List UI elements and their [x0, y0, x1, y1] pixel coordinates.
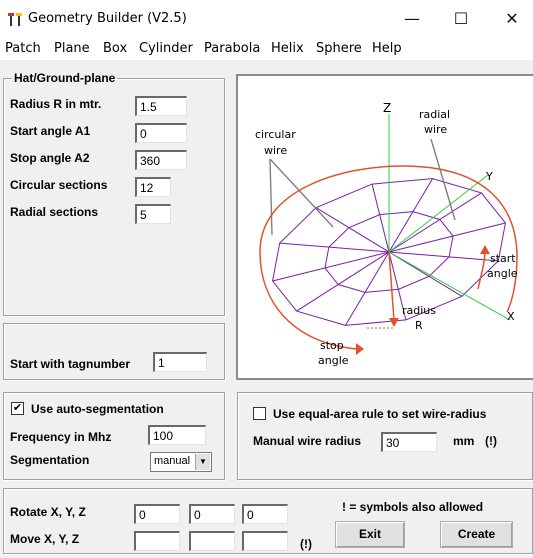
segmentation-select[interactable]: manual ▼: [150, 452, 212, 472]
radius-input[interactable]: 1.5: [135, 96, 187, 116]
radius-label-2: R: [415, 319, 423, 332]
auto-segmentation-checkbox[interactable]: ✔: [11, 402, 24, 415]
start-angle-label-2: angle: [487, 267, 518, 280]
ground-plane-diagram: Z Y X circular wire radial wire start an…: [236, 74, 533, 380]
menu-cylinder[interactable]: Cylinder: [139, 41, 193, 56]
move-x-input[interactable]: [134, 531, 180, 551]
maximize-button[interactable]: ☐: [441, 6, 481, 32]
close-button[interactable]: ✕: [492, 6, 532, 32]
radial-wire: [315, 207, 390, 253]
move-y-input[interactable]: [189, 531, 235, 551]
frequency-label: Frequency in Mhz: [10, 430, 112, 444]
menu-bar: Patch Plane Box Cylinder Parabola Helix …: [0, 38, 533, 60]
menu-helix[interactable]: Helix: [271, 41, 304, 56]
window-title: Geometry Builder (V2.5): [28, 11, 187, 26]
circular-wire-label-1: circular: [255, 128, 296, 141]
segmentation-label: Segmentation: [10, 453, 90, 467]
axis-z-label: Z: [383, 101, 391, 115]
start-angle-input[interactable]: 0: [135, 123, 187, 143]
create-button[interactable]: Create: [440, 521, 513, 548]
equal-area-checkbox[interactable]: [253, 407, 266, 420]
rotate-label: Rotate X, Y, Z: [10, 505, 86, 519]
wire-radius-unit: mm: [453, 434, 475, 448]
radial-wire: [296, 251, 390, 312]
manual-wire-radius-label: Manual wire radius: [253, 434, 362, 448]
minimize-button[interactable]: —: [392, 6, 432, 32]
wire-radius-note: (!): [485, 434, 497, 448]
circular-wire-label-2: wire: [264, 144, 287, 157]
diagram-svg: Z Y X circular wire radial wire start an…: [255, 101, 518, 367]
auto-segmentation-label: Use auto-segmentation: [31, 402, 164, 416]
stop-angle-label-1: stop: [320, 339, 344, 352]
start-angle-label: Start angle A1: [10, 124, 91, 138]
stop-angle-input[interactable]: 360: [135, 150, 187, 170]
radial-wire: [388, 222, 506, 253]
radial-wire-label-1: radial: [419, 108, 450, 121]
app-icon: [8, 13, 22, 26]
axis-y-label: Y: [485, 170, 493, 183]
radial-wire: [279, 242, 390, 253]
hat-group-title: Hat/Ground-plane: [12, 71, 118, 85]
exit-button[interactable]: Exit: [335, 521, 405, 548]
menu-sphere[interactable]: Sphere: [316, 41, 362, 56]
menu-help[interactable]: Help: [372, 41, 402, 56]
chevron-down-icon: ▼: [195, 454, 210, 470]
manual-wire-radius-input[interactable]: 30: [381, 432, 437, 452]
move-note: (!): [300, 537, 312, 551]
radial-wire: [371, 183, 390, 253]
radius-label-1: radius: [402, 304, 436, 317]
hat-ground-plane-group: Hat/Ground-plane: [3, 71, 225, 316]
start-angle-label-1: start: [490, 252, 516, 265]
circular-sections-input[interactable]: 12: [135, 177, 171, 197]
move-z-input[interactable]: [242, 531, 288, 551]
rotate-z-input[interactable]: 0: [242, 504, 288, 524]
rotate-x-input[interactable]: 0: [134, 504, 180, 524]
stop-angle-label: Stop angle A2: [10, 151, 90, 165]
menu-patch[interactable]: Patch: [5, 41, 41, 56]
radial-wire: [272, 251, 390, 282]
menu-plane[interactable]: Plane: [54, 41, 90, 56]
radial-wire-label-2: wire: [424, 123, 447, 136]
rotate-y-input[interactable]: 0: [189, 504, 235, 524]
tag-label: Start with tagnumber: [10, 357, 131, 371]
title-bar: Geometry Builder (V2.5) — ☐ ✕: [0, 0, 533, 38]
equal-area-label: Use equal-area rule to set wire-radius: [273, 407, 487, 421]
radius-label: Radius R in mtr.: [10, 97, 102, 111]
tag-input[interactable]: 1: [153, 352, 207, 372]
radial-wire: [388, 192, 482, 253]
frequency-input[interactable]: 100: [148, 425, 206, 445]
menu-parabola[interactable]: Parabola: [204, 41, 260, 56]
radial-sections-label: Radial sections: [10, 205, 99, 219]
circular-sections-label: Circular sections: [10, 178, 108, 192]
symbols-note: ! = symbols also allowed: [342, 500, 484, 514]
radial-sections-input[interactable]: 5: [135, 204, 171, 224]
stop-angle-label-2: angle: [318, 354, 349, 367]
menu-box[interactable]: Box: [103, 41, 127, 56]
axis-x-label: X: [507, 310, 515, 323]
move-label: Move X, Y, Z: [10, 532, 80, 546]
segmentation-select-value: manual: [154, 455, 191, 467]
